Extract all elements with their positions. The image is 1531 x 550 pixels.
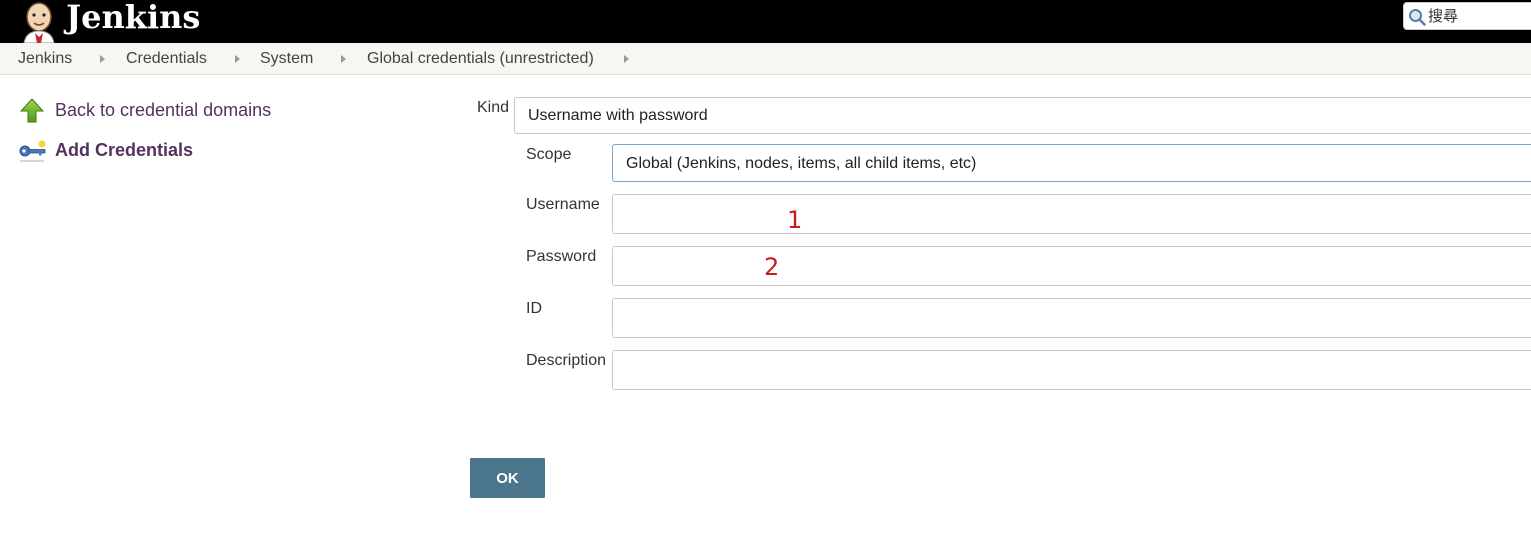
breadcrumb-arrow-icon[interactable] <box>235 55 240 63</box>
ok-button[interactable]: OK <box>470 458 545 498</box>
password-label: Password <box>526 248 597 265</box>
kind-label: Kind <box>477 99 510 116</box>
description-label: Description <box>526 352 607 369</box>
top-header: Jenkins <box>0 0 1531 43</box>
username-label: Username <box>526 196 600 213</box>
kind-select[interactable]: Username with password <box>514 97 1531 134</box>
search-input[interactable] <box>1428 6 1528 26</box>
key-icon[interactable] <box>18 139 46 163</box>
back-to-credential-domains-link[interactable]: Back to credential domains <box>55 100 271 121</box>
breadcrumb-credentials[interactable]: Credentials <box>126 43 207 74</box>
brand-title[interactable]: Jenkins <box>66 0 200 36</box>
breadcrumb-arrow-icon[interactable] <box>624 55 629 63</box>
description-field[interactable] <box>612 350 1531 390</box>
breadcrumb-arrow-icon[interactable] <box>341 55 346 63</box>
id-label: ID <box>526 300 542 317</box>
search-icon <box>1409 9 1426 26</box>
annotation-1: 1 <box>787 206 803 234</box>
breadcrumb-arrow-icon[interactable] <box>100 55 105 63</box>
add-credentials-link[interactable]: Add Credentials <box>55 140 193 161</box>
up-arrow-icon[interactable] <box>20 98 44 124</box>
scope-label: Scope <box>526 146 572 163</box>
breadcrumb-global-credentials[interactable]: Global credentials (unrestricted) <box>367 43 594 74</box>
scope-select[interactable]: Global (Jenkins, nodes, items, all child… <box>612 144 1531 182</box>
jenkins-logo-icon[interactable] <box>18 0 60 43</box>
breadcrumb: Jenkins Credentials System Global creden… <box>0 43 1531 75</box>
id-field[interactable] <box>612 298 1531 338</box>
username-field[interactable] <box>612 194 1531 234</box>
breadcrumb-system[interactable]: System <box>260 43 313 74</box>
password-field[interactable] <box>612 246 1531 286</box>
breadcrumb-jenkins[interactable]: Jenkins <box>18 43 72 74</box>
annotation-2: 2 <box>764 253 780 281</box>
search-box <box>1403 2 1531 30</box>
